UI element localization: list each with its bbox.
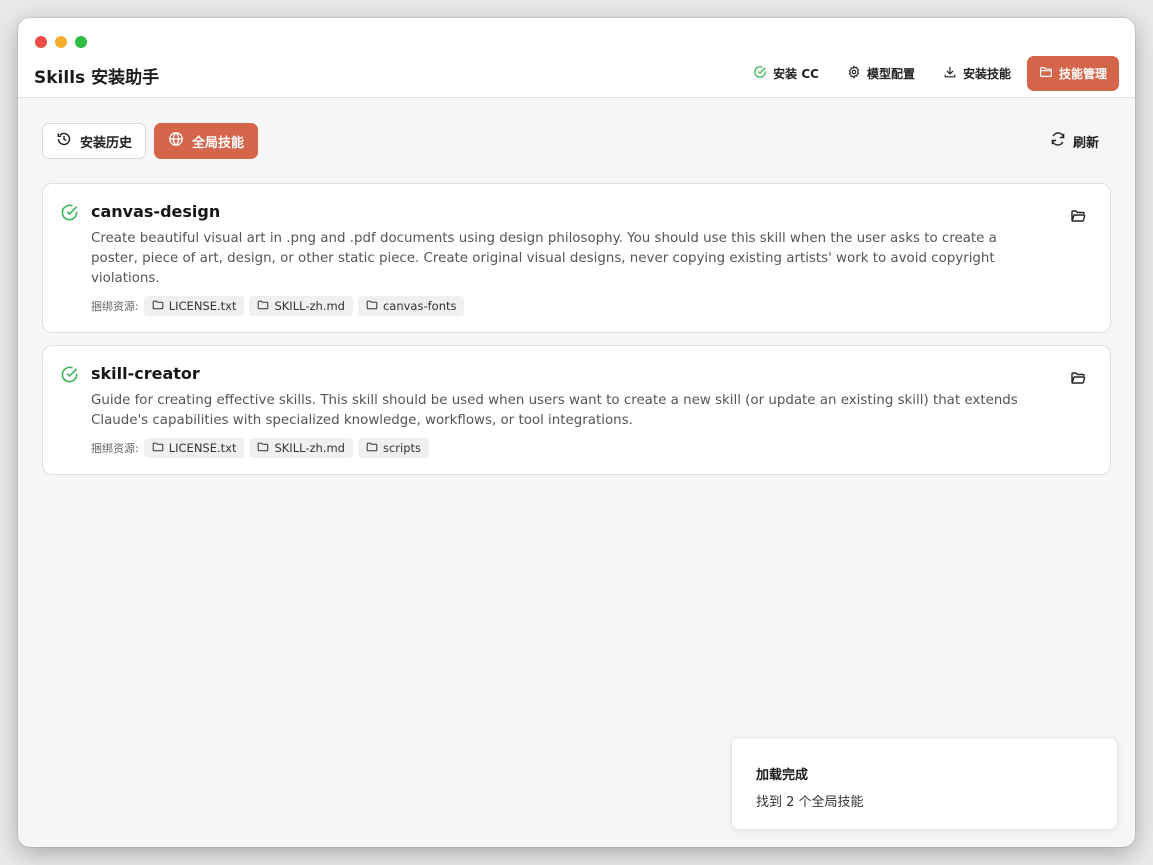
resource-name: LICENSE.txt bbox=[168, 441, 237, 455]
nav-model-config[interactable]: 模型配置 bbox=[835, 56, 927, 91]
toast-message: 找到 2 个全局技能 bbox=[756, 795, 864, 810]
folder-icon bbox=[152, 299, 164, 314]
nav-label: 安装 CC bbox=[773, 67, 819, 81]
skill-card: skill-creator Guide for creating effecti… bbox=[42, 345, 1111, 475]
history-icon bbox=[56, 131, 72, 151]
toast-notification[interactable]: 加载完成 找到 2 个全局技能 bbox=[731, 737, 1118, 830]
open-folder-icon[interactable] bbox=[1070, 208, 1086, 224]
title-bar: Skills 安装助手 安装 CC 模型配置 安装技能 技能管理 bbox=[18, 18, 1135, 98]
resource-name: SKILL-zh.md bbox=[274, 441, 345, 455]
folder-icon bbox=[1039, 65, 1053, 82]
refresh-icon bbox=[1050, 131, 1066, 151]
resource-chip[interactable]: SKILL-zh.md bbox=[249, 296, 353, 316]
main-content: 安装历史 全局技能 刷新 canvas-design Create beauti… bbox=[42, 123, 1111, 475]
resource-chip[interactable]: scripts bbox=[357, 438, 429, 458]
folder-icon bbox=[257, 441, 269, 456]
skill-card: canvas-design Create beautiful visual ar… bbox=[42, 183, 1111, 333]
top-nav: 安装 CC 模型配置 安装技能 技能管理 bbox=[741, 56, 1119, 91]
resources-label: 捆绑资源: bbox=[91, 300, 139, 313]
refresh-button[interactable]: 刷新 bbox=[1038, 123, 1111, 159]
skill-name: skill-creator bbox=[91, 364, 200, 383]
check-circle-icon bbox=[753, 65, 767, 82]
resource-chip[interactable]: LICENSE.txt bbox=[143, 438, 245, 458]
global-skills-button[interactable]: 全局技能 bbox=[154, 123, 259, 159]
globe-icon bbox=[168, 131, 184, 151]
check-circle-icon bbox=[60, 203, 79, 222]
bundled-resources: 捆绑资源: LICENSE.txt SKILL-zh.md scripts bbox=[91, 438, 1092, 458]
folder-icon bbox=[366, 299, 378, 314]
gear-icon bbox=[847, 65, 861, 82]
nav-install-skill[interactable]: 安装技能 bbox=[931, 56, 1023, 91]
nav-skill-management[interactable]: 技能管理 bbox=[1026, 56, 1119, 91]
button-label: 全局技能 bbox=[192, 135, 245, 151]
nav-label: 技能管理 bbox=[1058, 67, 1107, 81]
window-controls bbox=[35, 36, 87, 48]
check-circle-icon bbox=[60, 365, 79, 384]
folder-icon bbox=[366, 441, 378, 456]
app-title: Skills 安装助手 bbox=[34, 68, 160, 88]
bundled-resources: 捆绑资源: LICENSE.txt SKILL-zh.md canvas-fon… bbox=[91, 296, 1092, 316]
download-icon bbox=[943, 65, 957, 82]
resource-chip[interactable]: LICENSE.txt bbox=[143, 296, 245, 316]
folder-icon bbox=[257, 299, 269, 314]
toast-title: 加载完成 bbox=[756, 768, 809, 783]
resources-label: 捆绑资源: bbox=[91, 442, 139, 455]
nav-install-cc[interactable]: 安装 CC bbox=[741, 56, 831, 91]
install-history-button[interactable]: 安装历史 bbox=[42, 123, 147, 159]
app-window: Skills 安装助手 安装 CC 模型配置 安装技能 技能管理 安装历史 全局… bbox=[18, 18, 1135, 847]
button-label: 安装历史 bbox=[80, 135, 133, 151]
nav-label: 安装技能 bbox=[962, 67, 1011, 81]
skill-name: canvas-design bbox=[91, 202, 221, 221]
resource-name: scripts bbox=[382, 441, 421, 455]
skill-description: Guide for creating effective skills. Thi… bbox=[91, 393, 1018, 428]
skill-description: Create beautiful visual art in .png and … bbox=[91, 231, 997, 286]
resource-name: canvas-fonts bbox=[382, 299, 457, 313]
minimize-window-button[interactable] bbox=[55, 36, 67, 48]
maximize-window-button[interactable] bbox=[75, 36, 87, 48]
resource-chip[interactable]: SKILL-zh.md bbox=[249, 438, 353, 458]
resource-chip[interactable]: canvas-fonts bbox=[357, 296, 465, 316]
toolbar: 安装历史 全局技能 刷新 bbox=[42, 123, 1111, 159]
skills-list: canvas-design Create beautiful visual ar… bbox=[42, 183, 1111, 475]
resource-name: LICENSE.txt bbox=[168, 299, 237, 313]
nav-label: 模型配置 bbox=[866, 67, 915, 81]
close-window-button[interactable] bbox=[35, 36, 47, 48]
open-folder-icon[interactable] bbox=[1070, 370, 1086, 386]
resource-name: SKILL-zh.md bbox=[274, 299, 345, 313]
folder-icon bbox=[152, 441, 164, 456]
refresh-label: 刷新 bbox=[1072, 135, 1099, 151]
